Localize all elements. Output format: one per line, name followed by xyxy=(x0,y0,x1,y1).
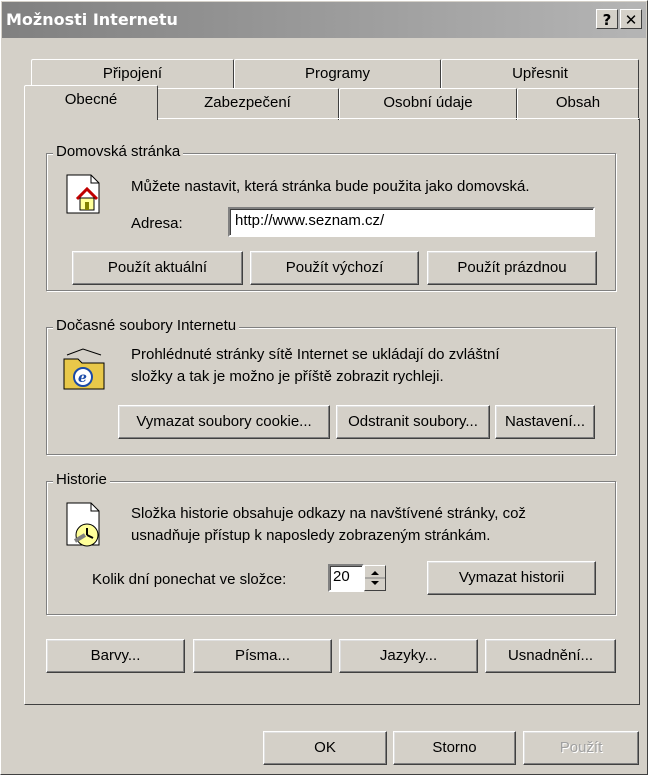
apply-button[interactable]: Použít xyxy=(523,731,639,765)
history-days-label: Kolik dní ponechat ve složce: xyxy=(92,571,287,588)
tab-privacy[interactable]: Osobní údaje xyxy=(339,88,517,120)
temp-files-description-2: složky a tak je možno je příště zobrazit… xyxy=(131,368,444,385)
tab-general[interactable]: Obecné xyxy=(24,85,158,120)
cancel-button[interactable]: Storno xyxy=(393,731,516,765)
home-page-legend: Domovská stránka xyxy=(53,143,184,160)
delete-cookies-button[interactable]: Vymazat soubory cookie... xyxy=(118,405,330,439)
history-description-1: Složka historie obsahuje odkazy na navšt… xyxy=(131,505,526,522)
tab-programs[interactable]: Programy xyxy=(234,59,441,91)
temp-settings-button[interactable]: Nastavení... xyxy=(495,405,595,439)
clear-history-button[interactable]: Vymazat historii xyxy=(427,561,596,595)
tab-advanced[interactable]: Upřesnit xyxy=(441,59,639,91)
history-description-2: usnadňuje přístup k naposledy zobrazeným… xyxy=(131,527,491,544)
use-default-button[interactable]: Použít výchozí xyxy=(250,251,419,285)
history-icon xyxy=(66,502,100,547)
home-page-description: Můžete nastavit, která stránka bude použ… xyxy=(131,178,530,195)
languages-button[interactable]: Jazyky... xyxy=(339,639,478,673)
internet-options-window: Možnosti Internetu ? ✕ Připojení Program… xyxy=(0,0,648,775)
temp-files-description-1: Prohlédnuté stránky sítě Internet se ukl… xyxy=(131,346,500,363)
history-days-input[interactable]: 20 xyxy=(328,564,364,592)
delete-files-button[interactable]: Odstranit soubory... xyxy=(336,405,490,439)
tab-content[interactable]: Obsah xyxy=(517,88,639,120)
use-blank-button[interactable]: Použít prázdnou xyxy=(427,251,597,285)
fonts-button[interactable]: Písma... xyxy=(193,639,332,673)
ok-button[interactable]: OK xyxy=(263,731,387,765)
home-page-icon xyxy=(66,174,100,214)
tab-security[interactable]: Zabezpečení xyxy=(156,88,339,120)
history-days-spinner[interactable] xyxy=(364,565,386,591)
help-button[interactable]: ? xyxy=(596,9,618,29)
temp-files-legend: Dočasné soubory Internetu xyxy=(53,317,240,334)
use-current-button[interactable]: Použít aktuální xyxy=(72,251,243,285)
address-label: Adresa: xyxy=(131,215,183,232)
history-legend: Historie xyxy=(53,471,110,488)
colors-button[interactable]: Barvy... xyxy=(46,639,185,673)
address-input[interactable]: http://www.seznam.cz/ xyxy=(228,207,595,237)
svg-text:e: e xyxy=(78,370,87,386)
spinner-arrows-icon xyxy=(365,571,385,585)
close-button[interactable]: ✕ xyxy=(620,9,642,29)
accessibility-button[interactable]: Usnadnění... xyxy=(485,639,616,673)
temp-files-folder-icon: e xyxy=(63,348,105,390)
title-bar[interactable]: Možnosti Internetu ? ✕ xyxy=(2,2,646,38)
window-title: Možnosti Internetu xyxy=(6,10,178,29)
